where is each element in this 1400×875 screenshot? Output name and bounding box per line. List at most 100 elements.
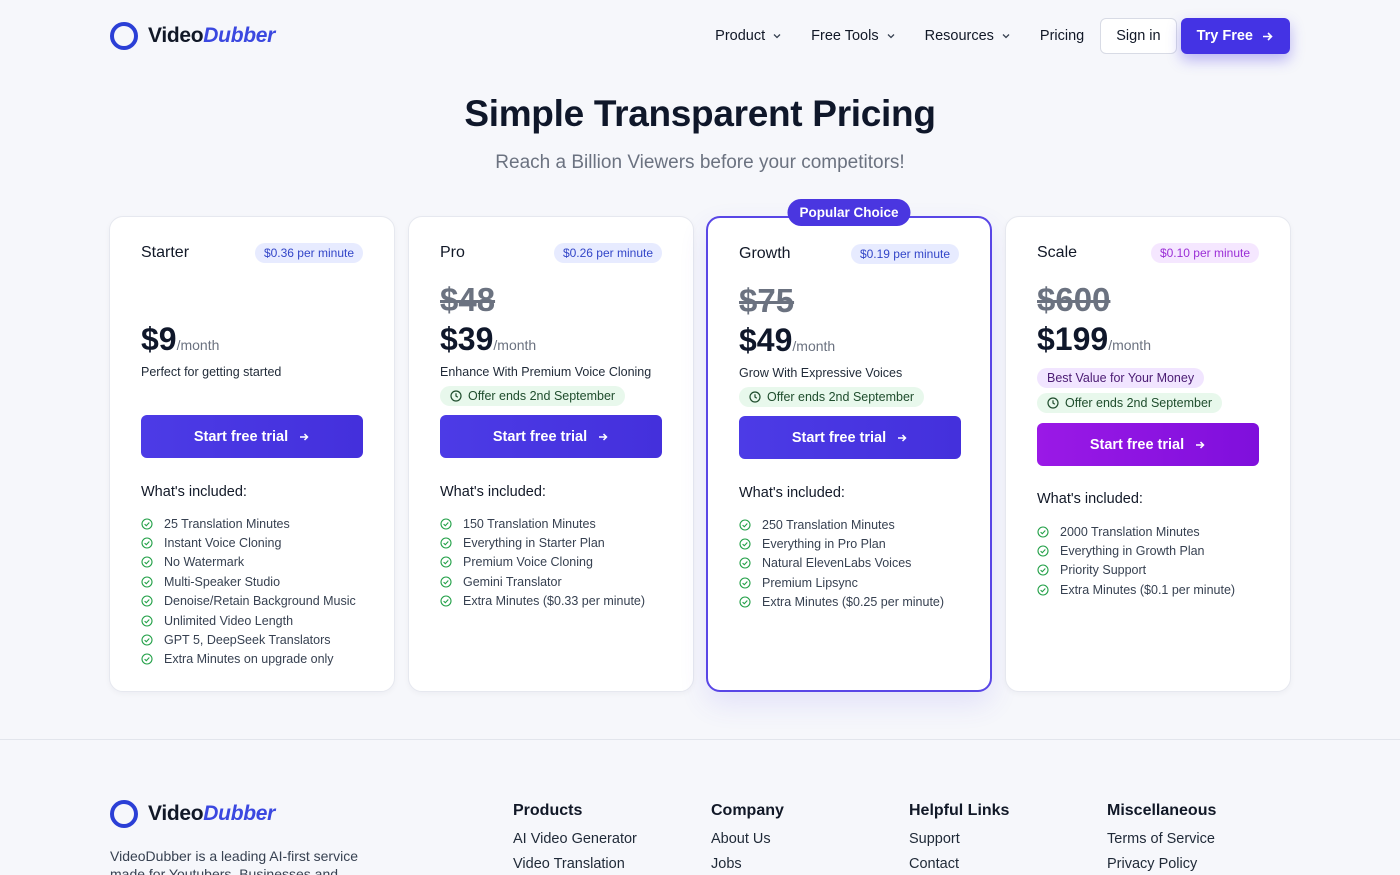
list-item: Premium Voice Cloning <box>440 553 645 572</box>
sign-in-button[interactable]: Sign in <box>1100 18 1177 54</box>
check-circle-icon <box>141 653 153 665</box>
footer-link[interactable]: Contact <box>909 856 1009 872</box>
included-title: What's included: <box>1037 491 1143 507</box>
footer-link[interactable]: Video Translation <box>513 856 637 872</box>
feature-list: 150 Translation Minutes Everything in St… <box>440 514 645 611</box>
footer-col-helpful-links: Helpful Links Support Contact <box>909 802 1009 875</box>
start-free-trial-button[interactable]: Start free trial <box>739 416 961 459</box>
chevron-down-icon <box>887 34 895 39</box>
list-item: Extra Minutes on upgrade only <box>141 650 356 669</box>
plan-name: Starter <box>141 244 190 261</box>
chevron-down-icon <box>1002 34 1010 39</box>
list-item: GPT 5, DeepSeek Translators <box>141 630 356 649</box>
best-value-badge: Best Value for Your Money <box>1037 368 1205 388</box>
footer-link[interactable]: Support <box>909 831 1009 847</box>
feature-list: 250 Translation Minutes Everything in Pr… <box>739 515 944 612</box>
check-circle-icon <box>141 634 153 646</box>
list-item: Priority Support <box>1037 561 1235 580</box>
list-item: 150 Translation Minutes <box>440 514 645 533</box>
plan-tagline: Enhance With Premium Voice Cloning <box>440 365 652 379</box>
offer-badge: Offer ends 2nd September <box>739 387 925 407</box>
brand-name: VideoDubber <box>148 802 275 825</box>
footer-logo[interactable]: VideoDubber <box>110 800 275 828</box>
rate-badge: $0.10 per minute <box>1150 243 1259 263</box>
check-circle-icon <box>739 577 751 589</box>
check-circle-icon <box>1037 545 1049 557</box>
list-item: Unlimited Video Length <box>141 611 356 630</box>
check-circle-icon <box>739 596 751 608</box>
footer-col-title: Miscellaneous <box>1107 802 1217 819</box>
popular-choice-badge: Popular Choice <box>787 199 911 226</box>
clock-icon <box>450 390 462 402</box>
nav-product[interactable]: Product <box>701 18 797 54</box>
check-circle-icon <box>440 556 452 569</box>
list-item: Premium Lipsync <box>739 573 944 592</box>
plan-price: $49/month <box>739 322 836 358</box>
arrow-right-icon <box>1263 31 1273 41</box>
check-circle-icon <box>440 595 452 607</box>
nav-resources[interactable]: Resources <box>911 18 1026 54</box>
check-circle-icon <box>739 538 751 550</box>
try-free-button[interactable]: Try Free <box>1180 18 1290 54</box>
footer-link[interactable]: Terms of Service <box>1107 831 1216 847</box>
original-price: $600 <box>1037 281 1111 318</box>
list-item: Natural ElevenLabs Voices <box>739 554 944 573</box>
check-circle-icon <box>739 519 751 531</box>
rate-badge: $0.26 per minute <box>553 243 662 263</box>
footer-link[interactable]: Jobs <box>711 856 784 872</box>
logo-ring-icon <box>110 22 138 50</box>
original-price: $75 <box>739 282 795 319</box>
footer-col-products: Products AI Video Generator Video Transl… <box>513 802 637 875</box>
check-circle-icon <box>141 615 153 627</box>
plan-card-growth: Popular Choice Growth $0.19 per minute $… <box>706 199 992 692</box>
nav-pricing[interactable]: Pricing <box>1026 18 1098 54</box>
footer-col-miscellaneous: Miscellaneous Terms of Service Privacy P… <box>1107 802 1216 875</box>
list-item: 2000 Translation Minutes <box>1037 522 1235 541</box>
start-free-trial-button[interactable]: Start free trial <box>440 415 662 458</box>
list-item: Denoise/Retain Background Music <box>141 592 356 611</box>
list-item: Extra Minutes ($0.25 per minute) <box>739 593 944 612</box>
footer-col-company: Company About Us Jobs <box>711 802 784 875</box>
page-title: Simple Transparent Pricing <box>464 93 936 134</box>
included-title: What's included: <box>440 484 546 500</box>
clock-icon <box>749 391 761 403</box>
rate-badge: $0.36 per minute <box>254 243 363 263</box>
plan-card-scale: Scale $0.10 per minute $600 $199/month B… <box>1005 216 1291 692</box>
check-circle-icon <box>1037 526 1049 538</box>
included-title: What's included: <box>739 485 845 501</box>
check-circle-icon <box>1037 584 1049 596</box>
check-circle-icon <box>141 595 153 607</box>
list-item: 25 Translation Minutes <box>141 514 356 533</box>
start-free-trial-button[interactable]: Start free trial <box>141 415 363 458</box>
offer-badge: Offer ends 2nd September <box>440 386 626 406</box>
original-price: $48 <box>440 281 496 318</box>
arrow-right-icon <box>1196 440 1205 449</box>
list-item: Everything in Growth Plan <box>1037 541 1235 560</box>
logo-ring-icon <box>110 800 138 828</box>
plan-tagline: Grow With Expressive Voices <box>739 366 903 380</box>
check-circle-icon <box>440 518 452 530</box>
footer-link[interactable]: About Us <box>711 831 784 847</box>
chevron-down-icon <box>773 34 781 39</box>
check-circle-icon <box>141 537 153 549</box>
plan-tagline: Perfect for getting started <box>141 365 282 379</box>
list-item: Everything in Pro Plan <box>739 534 944 553</box>
top-navbar: VideoDubber Product Free Tools Resources… <box>0 0 1400 72</box>
check-circle-icon <box>141 556 153 569</box>
check-circle-icon <box>440 537 452 549</box>
arrow-right-icon <box>599 432 608 441</box>
plan-price: $9/month <box>141 321 220 357</box>
nav-free-tools[interactable]: Free Tools <box>797 18 910 54</box>
footer-link[interactable]: AI Video Generator <box>513 831 637 847</box>
plan-card-pro: Pro $0.26 per minute $48 $39/month Enhan… <box>408 216 694 692</box>
arrow-right-icon <box>898 433 907 442</box>
list-item: Multi-Speaker Studio <box>141 572 356 591</box>
brand-logo[interactable]: VideoDubber <box>110 22 275 50</box>
check-circle-icon <box>440 576 452 588</box>
plan-card-starter: Starter $0.36 per minute $9/month Perfec… <box>109 216 395 692</box>
page-subtitle: Reach a Billion Viewers before your comp… <box>495 152 905 173</box>
check-circle-icon <box>739 557 751 570</box>
footer-link[interactable]: Privacy Policy <box>1107 856 1216 872</box>
footer-description: VideoDubber is a leading AI-first servic… <box>110 848 358 875</box>
start-free-trial-button[interactable]: Start free trial <box>1037 423 1259 466</box>
